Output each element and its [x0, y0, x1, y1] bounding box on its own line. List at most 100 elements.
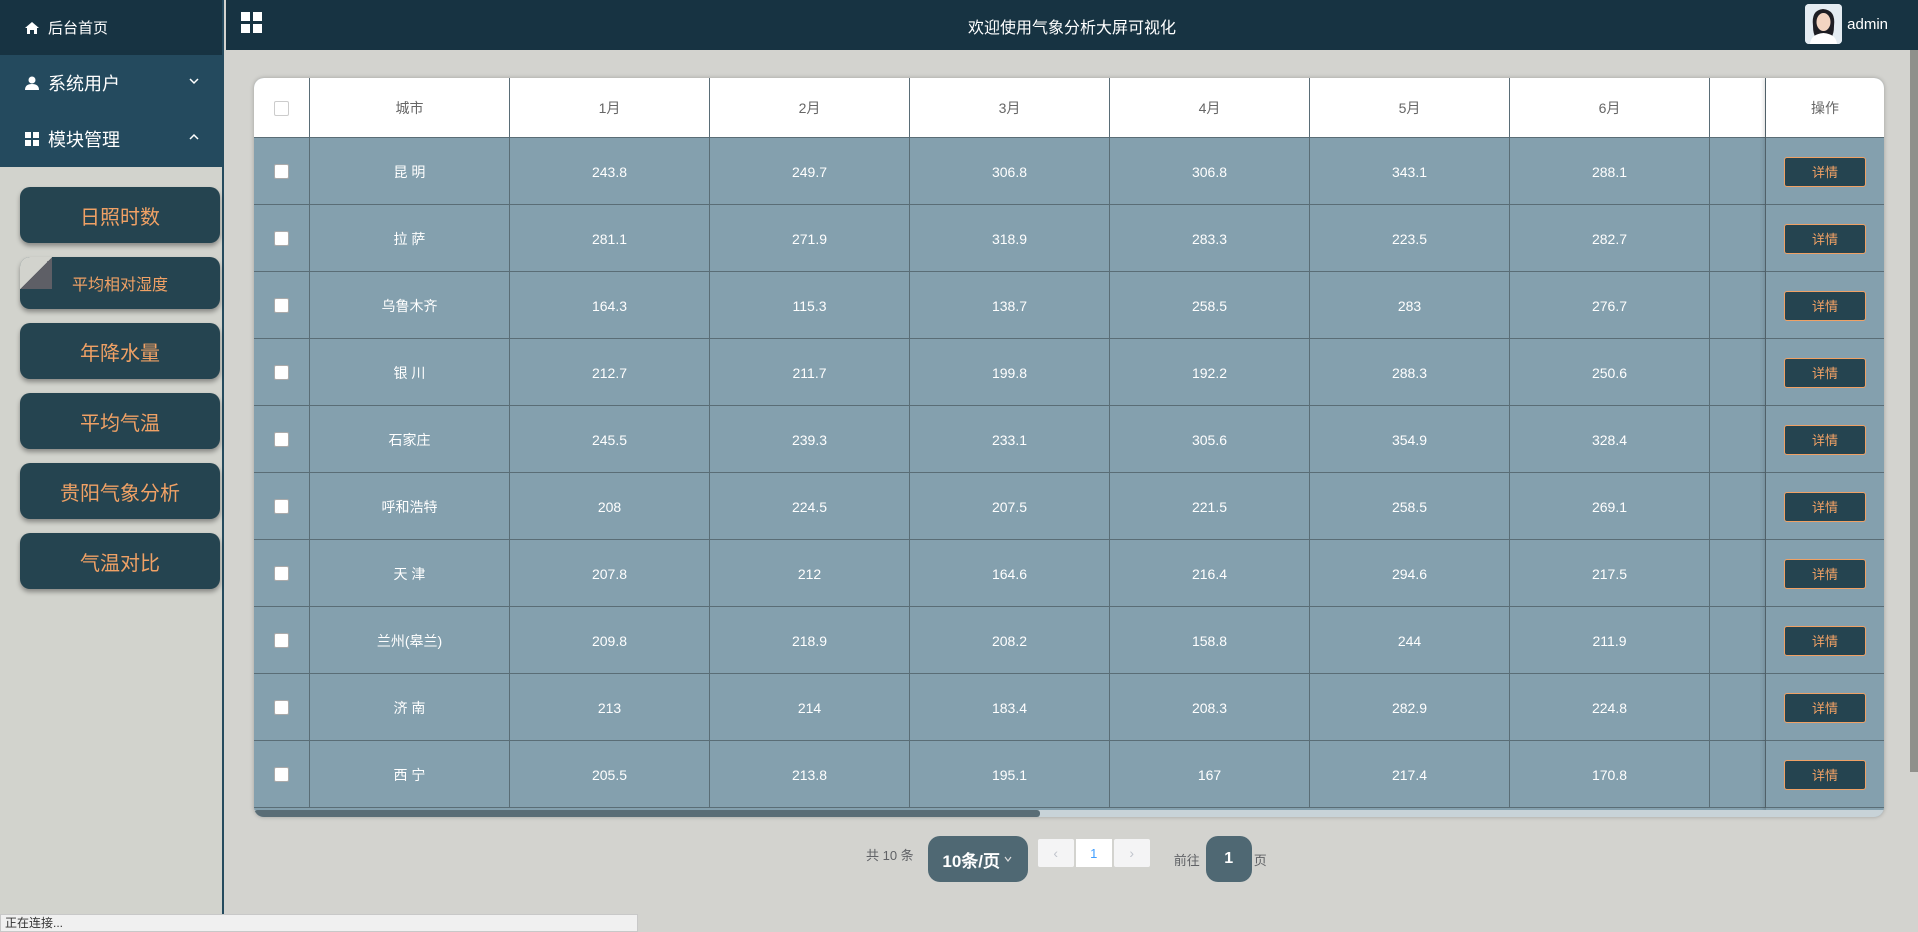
value-cell: 305.6	[1110, 406, 1310, 473]
sidebar-item-temperature-compare[interactable]: 气温对比	[20, 533, 220, 589]
sidebar-item-precipitation[interactable]: 年降水量	[20, 323, 220, 379]
prev-page-button[interactable]: ‹	[1037, 839, 1074, 867]
action-cell: 详情	[1766, 741, 1884, 808]
detail-button[interactable]: 详情	[1784, 357, 1866, 388]
value-cell: 217.5	[1510, 540, 1710, 607]
sidebar-item-humidity[interactable]: 平均相对湿度	[20, 257, 220, 309]
sidebar: 后台首页 系统用户 模块管理 日照时数 平均相对湿度 年降水量 平均气温 贵阳气…	[0, 0, 224, 932]
row-checkbox[interactable]	[274, 432, 289, 447]
table-row[interactable]: 拉 萨 281.1 271.9 318.9 283.3 223.5 282.7 详情	[254, 205, 1884, 272]
checkbox-cell	[254, 138, 310, 205]
value-cell: 164.3	[510, 272, 710, 339]
city-cell: 石家庄	[310, 406, 510, 473]
checkbox-cell	[254, 406, 310, 473]
value-cell: 271.9	[710, 205, 910, 272]
value-cell: 249.7	[710, 138, 910, 205]
value-cell: 207.5	[910, 473, 1110, 540]
value-cell: 306.8	[910, 138, 1110, 205]
username[interactable]: admin	[1847, 16, 1888, 33]
value-cell: 195.1	[910, 741, 1110, 808]
action-cell: 详情	[1766, 607, 1884, 674]
table-row[interactable]: 昆 明 243.8 249.7 306.8 306.8 343.1 288.1 详情	[254, 138, 1884, 205]
action-cell: 详情	[1766, 473, 1884, 540]
select-all-checkbox[interactable]	[274, 100, 289, 116]
table-row[interactable]: 银 川 212.7 211.7 199.8 192.2 288.3 250.6 详情	[254, 339, 1884, 406]
value-cell: 276.7	[1510, 272, 1710, 339]
checkbox-cell	[254, 339, 310, 406]
detail-button[interactable]: 详情	[1784, 424, 1866, 455]
city-cell: 兰州(皋兰)	[310, 607, 510, 674]
page-number-current[interactable]: 1	[1075, 839, 1112, 867]
checkbox-cell	[254, 674, 310, 741]
detail-button[interactable]: 详情	[1784, 156, 1866, 187]
sidebar-item-sunshine-hours[interactable]: 日照时数	[20, 187, 220, 243]
hidden-column-cell	[1710, 138, 1766, 205]
action-cell: 详情	[1766, 205, 1884, 272]
page-size-select[interactable]: 10条/页	[927, 836, 1028, 882]
value-cell: 244	[1310, 607, 1510, 674]
sidebar-item-guiyang-analysis[interactable]: 贵阳气象分析	[20, 463, 220, 519]
detail-button[interactable]: 详情	[1784, 223, 1866, 254]
row-checkbox[interactable]	[274, 499, 289, 514]
detail-button[interactable]: 详情	[1784, 558, 1866, 589]
next-page-button[interactable]: ›	[1113, 839, 1150, 867]
checkbox-cell	[254, 607, 310, 674]
table-row[interactable]: 石家庄 245.5 239.3 233.1 305.6 354.9 328.4 详情	[254, 406, 1884, 473]
row-checkbox[interactable]	[274, 298, 289, 313]
sidebar-menu-label: 模块管理	[48, 130, 120, 150]
detail-button[interactable]: 详情	[1784, 692, 1866, 723]
checkbox-cell	[254, 540, 310, 607]
value-cell: 199.8	[910, 339, 1110, 406]
row-checkbox[interactable]	[274, 365, 289, 380]
vertical-scrollbar-thumb[interactable]	[1910, 50, 1918, 772]
table-row[interactable]: 天 津 207.8 212 164.6 216.4 294.6 217.5 详情	[254, 540, 1884, 607]
table-row[interactable]: 兰州(皋兰) 209.8 218.9 208.2 158.8 244 211.9 详情	[254, 607, 1884, 674]
value-cell: 224.8	[1510, 674, 1710, 741]
detail-button[interactable]: 详情	[1784, 491, 1866, 522]
table-row[interactable]: 呼和浩特 208 224.5 207.5 221.5 258.5 269.1 详情	[254, 473, 1884, 540]
horizontal-scrollbar-thumb[interactable]	[254, 810, 1040, 817]
detail-button[interactable]: 详情	[1784, 759, 1866, 790]
table-row[interactable]: 西 宁 205.5 213.8 195.1 167 217.4 170.8 详情	[254, 741, 1884, 808]
sidebar-item-avg-temperature[interactable]: 平均气温	[20, 393, 220, 449]
city-cell: 天 津	[310, 540, 510, 607]
hidden-column-cell	[1710, 272, 1766, 339]
row-checkbox[interactable]	[274, 767, 289, 782]
detail-button[interactable]: 详情	[1784, 625, 1866, 656]
hidden-column-cell	[1710, 339, 1766, 406]
value-cell: 211.7	[710, 339, 910, 406]
column-header: 3月	[910, 78, 1110, 138]
value-cell: 288.1	[1510, 138, 1710, 205]
value-cell: 170.8	[1510, 741, 1710, 808]
sidebar-menu-modules[interactable]: 模块管理	[0, 111, 222, 167]
column-header: 5月	[1310, 78, 1510, 138]
value-cell: 212	[710, 540, 910, 607]
page-title: 欢迎使用气象分析大屏可视化	[967, 20, 1176, 37]
row-checkbox[interactable]	[274, 164, 289, 179]
sidebar-menu-users[interactable]: 系统用户	[0, 55, 222, 111]
table-row[interactable]: 济 南 213 214 183.4 208.3 282.9 224.8 详情	[254, 674, 1884, 741]
value-cell: 306.8	[1110, 138, 1310, 205]
row-checkbox[interactable]	[274, 633, 289, 648]
sidebar-item-label: 后台首页	[48, 20, 109, 37]
goto-label: 前往	[1173, 852, 1200, 868]
value-cell: 343.1	[1310, 138, 1510, 205]
avatar[interactable]	[1805, 4, 1842, 44]
table-row[interactable]: 乌鲁木齐 164.3 115.3 138.7 258.5 283 276.7 详情	[254, 272, 1884, 339]
value-cell: 208.3	[1110, 674, 1310, 741]
detail-button[interactable]: 详情	[1784, 290, 1866, 321]
sidebar-item-home[interactable]: 后台首页	[0, 0, 222, 55]
row-checkbox[interactable]	[274, 700, 289, 715]
column-header: 1月	[510, 78, 710, 138]
table-body: 昆 明 243.8 249.7 306.8 306.8 343.1 288.1 详情拉 萨 28…	[254, 138, 1884, 808]
column-header: 4月	[1110, 78, 1310, 138]
goto-page-input[interactable]: 1	[1205, 836, 1252, 882]
page-fold-decoration	[20, 257, 52, 289]
row-checkbox[interactable]	[274, 566, 289, 581]
chevron-down-icon	[189, 78, 199, 85]
value-cell: 223.5	[1310, 205, 1510, 272]
row-checkbox[interactable]	[274, 231, 289, 246]
total-count: 共 10 条	[866, 847, 914, 863]
pagination: 共 10 条 10条/页 ‹ 1 › 前往 1 页	[866, 836, 1267, 882]
value-cell: 164.6	[910, 540, 1110, 607]
